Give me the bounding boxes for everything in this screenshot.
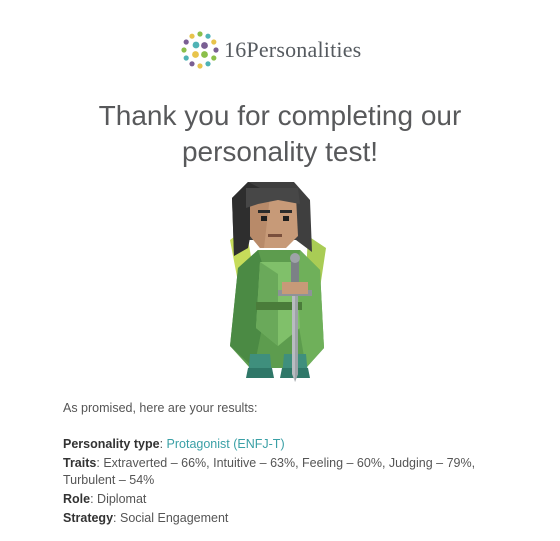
results-intro: As promised, here are your results: — [63, 401, 258, 415]
result-role: Role: Diplomat — [63, 491, 493, 508]
result-separator: : — [159, 437, 167, 451]
protagonist-character-icon — [230, 182, 326, 382]
result-traits: Traits: Extraverted – 66%, Intuitive – 6… — [63, 455, 493, 489]
result-label: Role — [63, 492, 91, 506]
result-personality-type: Personality type: Protagonist (ENFJ-T) — [63, 436, 493, 453]
result-value: Diplomat — [97, 492, 147, 506]
result-label: Personality type — [63, 437, 160, 451]
result-separator: : — [113, 511, 120, 525]
result-strategy: Strategy: Social Engagement — [63, 510, 493, 527]
page-title: Thank you for completing our personality… — [98, 100, 462, 167]
brand-name: 16Personalities — [224, 37, 362, 62]
result-label: Strategy — [63, 511, 114, 525]
brand-logo-icon — [181, 31, 219, 69]
email-page: 16Personalities Thank you for completing… — [0, 0, 560, 541]
result-value: Extraverted – 66%, Intuitive – 63%, Feel… — [63, 456, 476, 487]
result-value: Social Engagement — [119, 511, 229, 525]
results-list: Personality type: Protagonist (ENFJ-T) T… — [63, 436, 493, 529]
result-label: Traits — [63, 456, 97, 470]
brand-logo[interactable]: 16Personalities — [180, 30, 361, 70]
personality-type-link[interactable]: Protagonist (ENFJ-T) — [167, 437, 285, 451]
result-separator: : — [90, 492, 98, 506]
